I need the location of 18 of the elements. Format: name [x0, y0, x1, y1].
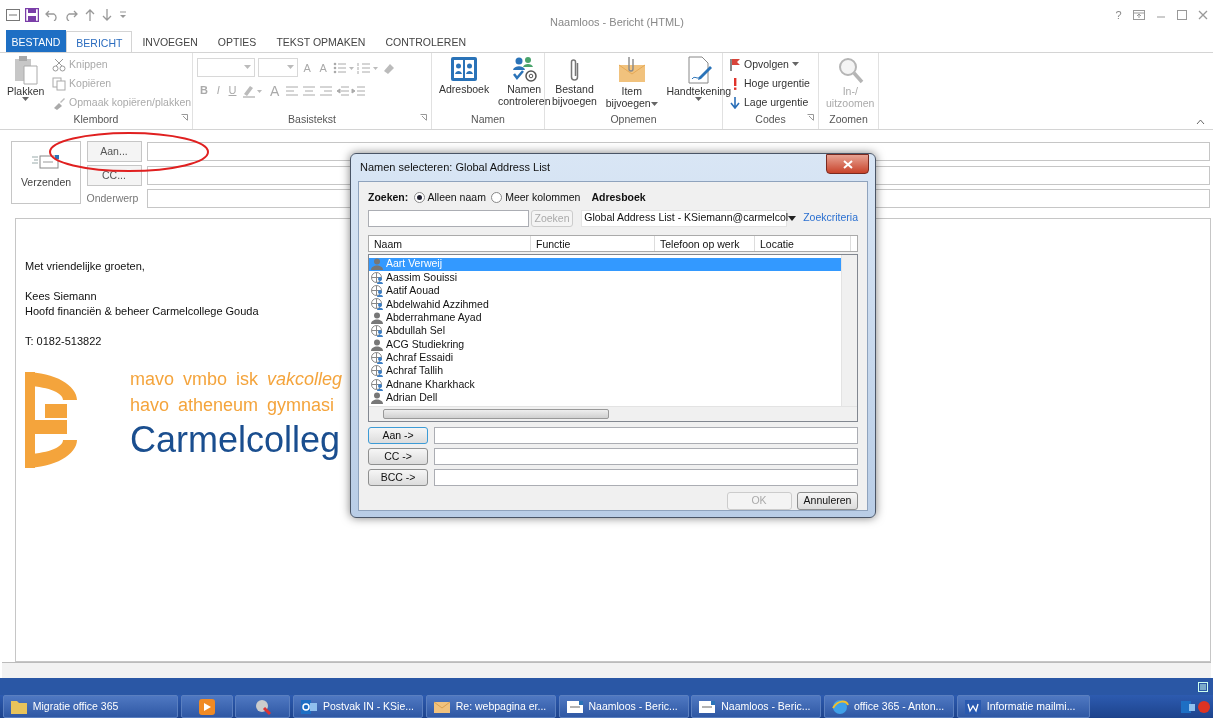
group-label: Codes [755, 113, 786, 126]
group-label: Zoomen [829, 113, 868, 126]
signature-line: Hoofd financiën & beheer Carmelcollege Gouda [25, 304, 259, 319]
subject-label: Onderwerp [86, 190, 140, 206]
signature-line: Kees Siemann [25, 289, 97, 304]
signature-line: T: 0182-513822 [25, 334, 102, 349]
group-label: Basistekst [288, 113, 336, 126]
address-book-label: Adresboek [591, 190, 646, 205]
search-label: Zoeken: [368, 190, 409, 205]
dialog-title: Namen selecteren: Global Address List [360, 160, 551, 176]
logo-tagline: mavo vmbo isk vakcolleg [130, 368, 343, 391]
group-label: Klembord [73, 113, 119, 126]
logo-text: Carmelcolleg [130, 418, 341, 462]
logo-tagline: havo atheneum gymnasi [130, 394, 335, 417]
window-title: Naamloos - Bericht (HTML) [550, 15, 684, 30]
group-label: Namen [471, 113, 505, 126]
signature-line: Met vriendelijke groeten, [25, 259, 145, 274]
group-label: Opnemen [610, 113, 657, 126]
